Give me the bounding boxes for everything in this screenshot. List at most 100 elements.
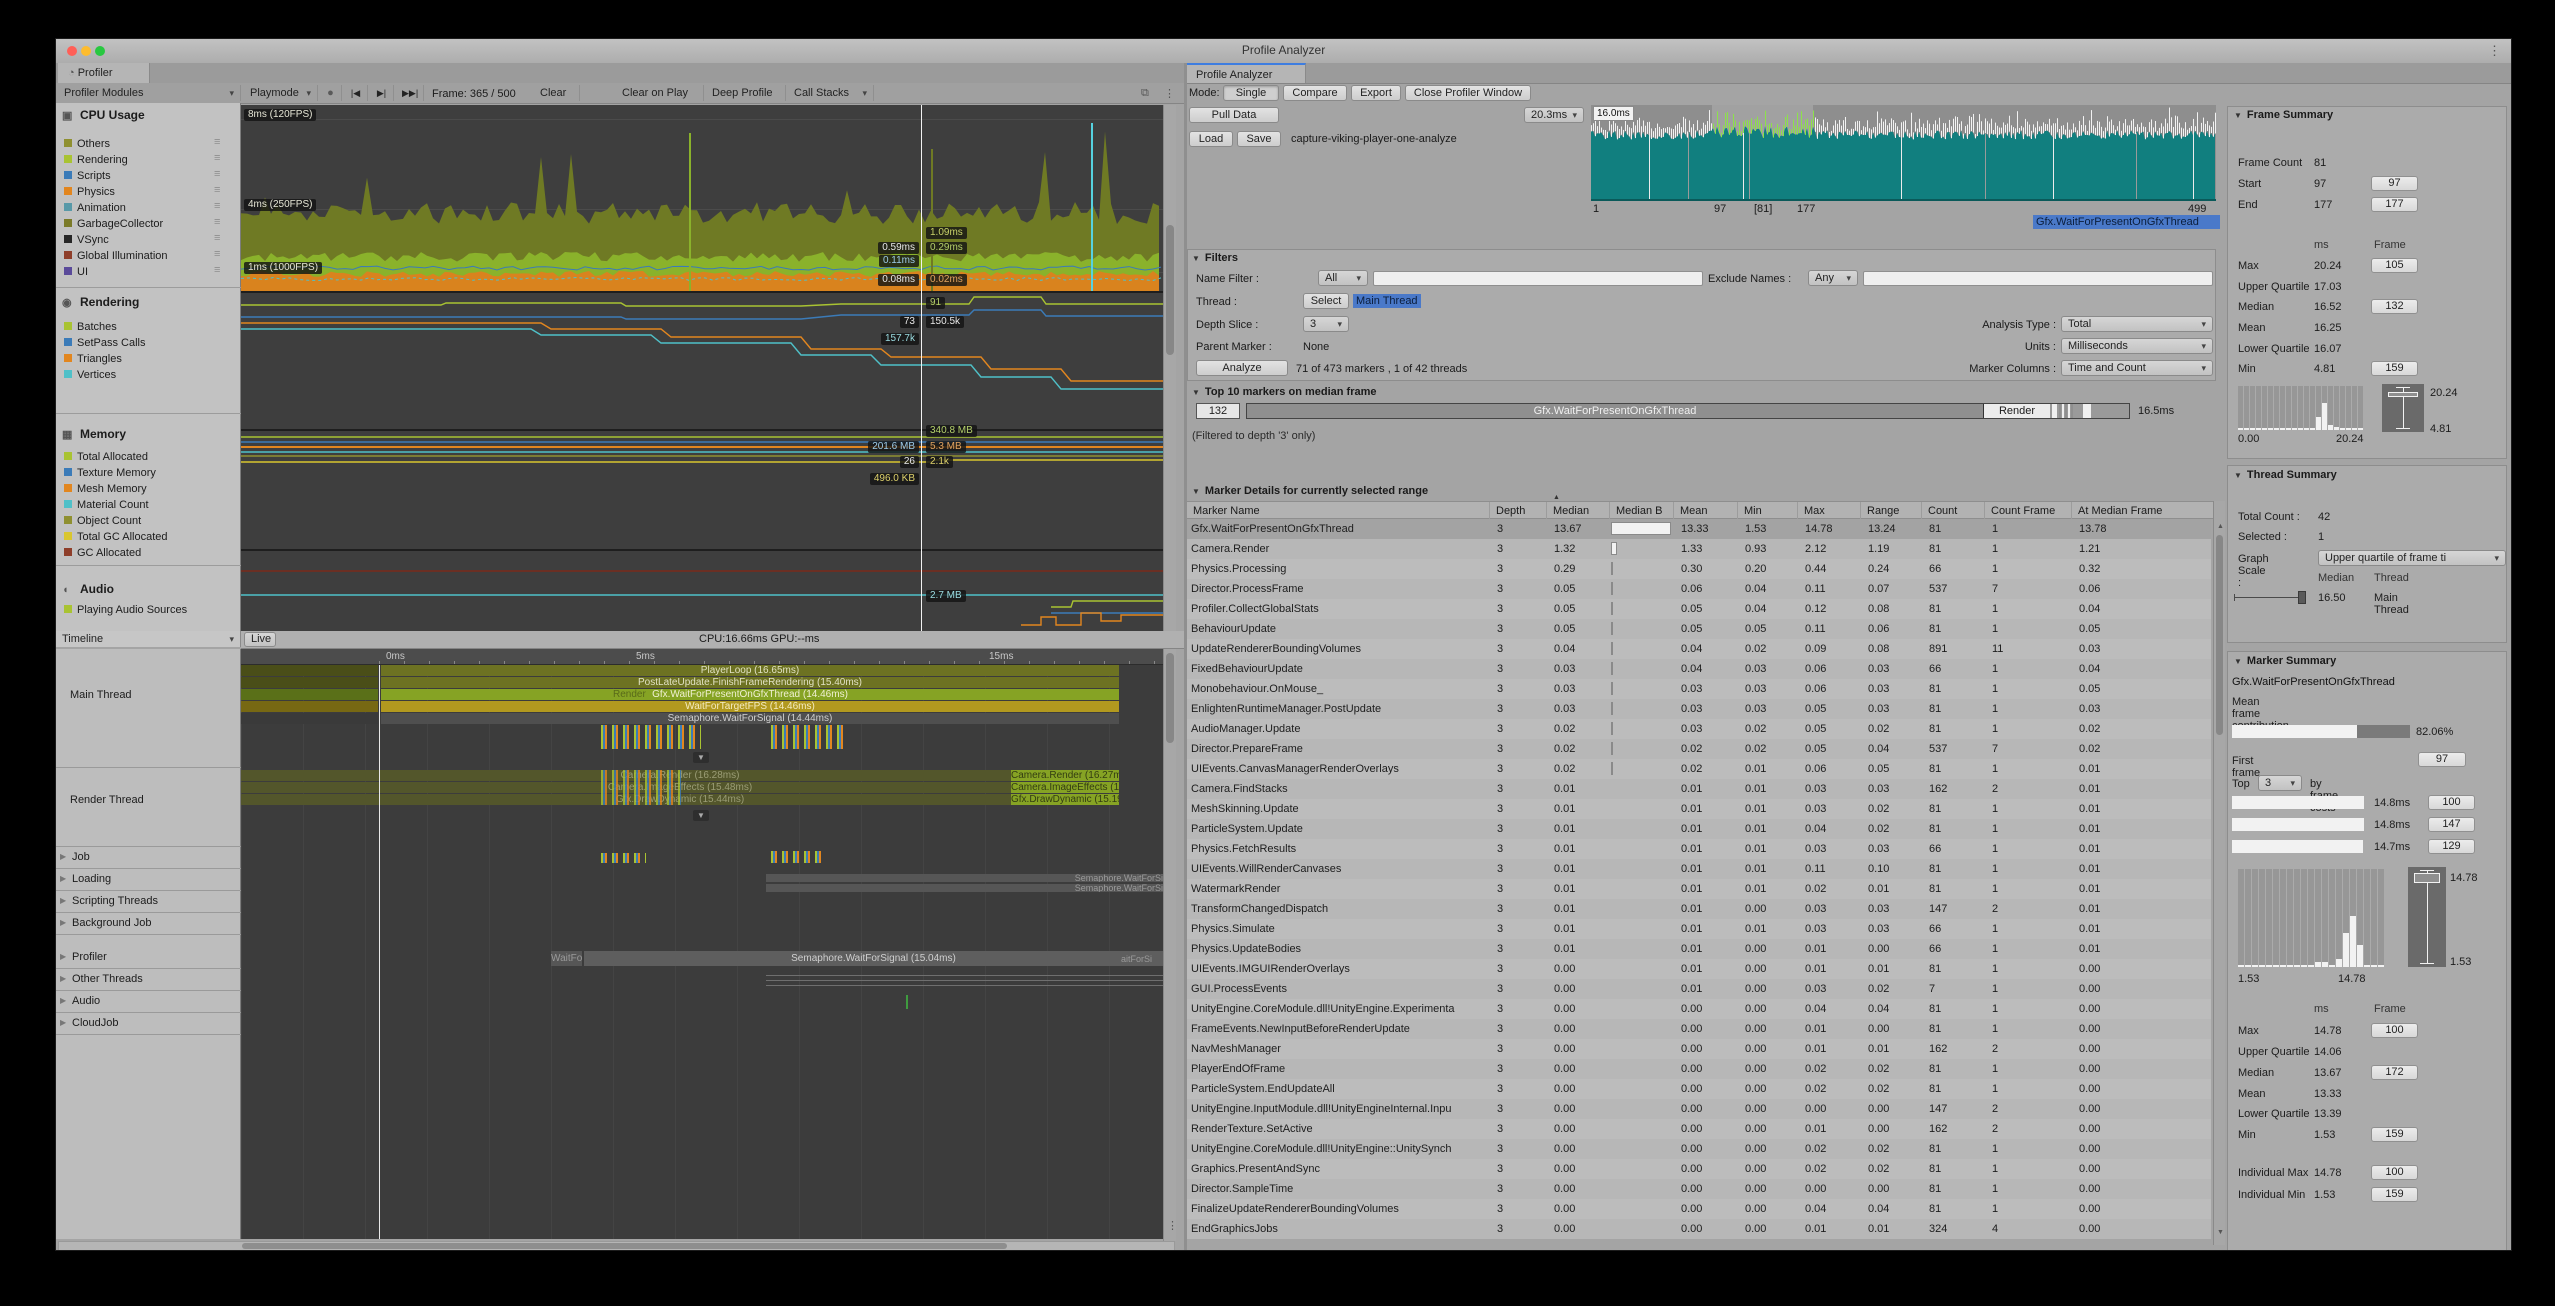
pull-data-button[interactable]: Pull Data — [1189, 107, 1279, 123]
close-profiler-window-button[interactable]: Close Profiler Window — [1405, 85, 1531, 101]
thread-row-audio[interactable]: ▶Audio — [56, 991, 241, 1013]
table-row[interactable]: Physics.Simulate30.010.010.010.030.03661… — [1187, 919, 2211, 939]
tab-profile-analyzer[interactable]: Profile Analyzer — [1186, 63, 1306, 83]
scroll-up-icon[interactable]: ▲ — [2217, 523, 2224, 530]
ms-median-frame-button[interactable]: 172 — [2371, 1065, 2418, 1080]
column-header-range[interactable]: Range — [1860, 502, 1921, 520]
timeline-options-icon[interactable]: ⋮ — [1167, 1219, 1178, 1232]
legend-drag-handle[interactable]: ≡ — [214, 168, 220, 180]
expand-arrow-icon[interactable]: ▶ — [60, 874, 66, 883]
expand-arrow-icon[interactable]: ▶ — [60, 918, 66, 927]
ms-cost-frame-button[interactable]: 100 — [2428, 795, 2475, 810]
table-row[interactable]: UpdateRendererBoundingVolumes30.040.040.… — [1187, 639, 2211, 659]
record-button[interactable]: ● — [320, 85, 342, 101]
next-frame-button[interactable]: ▶| — [370, 85, 394, 101]
table-row[interactable]: Monobehaviour.OnMouse_30.030.030.030.060… — [1187, 679, 2211, 699]
table-row[interactable]: Physics.UpdateBodies30.010.010.000.010.0… — [1187, 939, 2211, 959]
thread-row-profiler[interactable]: ▶Profiler — [56, 947, 241, 969]
table-row[interactable]: FrameEvents.NewInputBeforeRenderUpdate30… — [1187, 1019, 2211, 1039]
end-frame-button[interactable]: 177 — [2371, 197, 2418, 212]
marker-table-header[interactable]: Marker NameDepthMedianMedian BMeanMinMax… — [1187, 501, 2213, 519]
legend-item-total-allocated[interactable]: Total Allocated — [64, 451, 148, 463]
loading-semaphore-bar-0[interactable]: Semaphore.WaitForSi — [766, 874, 1163, 882]
top10-fold[interactable]: Top 10 markers on median frame — [1192, 386, 1377, 398]
window-menu-icon[interactable]: ⋮ — [2488, 43, 2501, 59]
ms-cost-frame-button[interactable]: 129 — [2428, 839, 2475, 854]
expand-arrow-icon[interactable]: ▶ — [60, 1018, 66, 1027]
table-row[interactable]: UIEvents.WillRenderCanvases30.010.010.01… — [1187, 859, 2211, 879]
table-row[interactable]: RenderTexture.SetActive30.000.000.000.01… — [1187, 1119, 2211, 1139]
profiler-modules-dropdown[interactable]: Profiler Modules — [58, 85, 241, 101]
table-row[interactable]: WatermarkRender30.010.010.010.020.018110… — [1187, 879, 2211, 899]
legend-item-triangles[interactable]: Triangles — [64, 353, 122, 365]
timeline-tracks[interactable]: PlayerLoop (16.65ms)PostLateUpdate.Finis… — [241, 665, 1163, 1239]
fs-min-frame-button[interactable]: 159 — [2371, 361, 2418, 376]
clear-button[interactable]: Clear — [534, 85, 580, 101]
marker-details-fold[interactable]: Marker Details for currently selected ra… — [1192, 485, 1428, 497]
mode-export-button[interactable]: Export — [1351, 85, 1401, 101]
table-row[interactable]: UnityEngine.CoreModule.dll!UnityEngine::… — [1187, 1139, 2211, 1159]
depth-slice-dropdown[interactable]: 3 — [1303, 316, 1349, 332]
column-header-mean[interactable]: Mean — [1673, 502, 1737, 520]
table-row[interactable]: ParticleSystem.EndUpdateAll30.000.000.00… — [1187, 1079, 2211, 1099]
table-row[interactable]: EndGraphicsJobs30.000.000.000.010.013244… — [1187, 1219, 2211, 1239]
legend-item-gc-allocated[interactable]: GC Allocated — [64, 547, 141, 559]
table-row[interactable]: Director.PrepareFrame30.020.020.020.050.… — [1187, 739, 2211, 759]
table-row[interactable]: PlayerEndOfFrame30.000.000.000.020.02811… — [1187, 1059, 2211, 1079]
ms-individual-min-frame-button[interactable]: 159 — [2371, 1187, 2418, 1202]
legend-item-vsync[interactable]: VSync — [64, 234, 109, 246]
thread-row-cloudjob[interactable]: ▶CloudJob — [56, 1013, 241, 1035]
legend-item-texture-memory[interactable]: Texture Memory — [64, 467, 156, 479]
top-n-dropdown[interactable]: 3 — [2258, 775, 2302, 791]
table-row[interactable]: Camera.Render31.321.330.932.121.198111.2… — [1187, 539, 2211, 559]
legend-drag-handle[interactable]: ≡ — [214, 136, 220, 148]
thread-row-background-job[interactable]: ▶Background Job — [56, 913, 241, 935]
load-button[interactable]: Load — [1189, 131, 1233, 147]
legend-drag-handle[interactable]: ≡ — [214, 200, 220, 212]
thread-summary-fold[interactable]: Thread Summary — [2234, 469, 2337, 481]
live-button[interactable]: Live — [244, 632, 276, 647]
table-row[interactable]: UnityEngine.CoreModule.dll!UnityEngine.E… — [1187, 999, 2211, 1019]
exclude-names-input[interactable] — [1863, 271, 2213, 286]
profiler-semaphore-bar-left[interactable]: WaitForSig — [551, 951, 582, 966]
table-row[interactable]: FixedBehaviourUpdate30.030.040.030.060.0… — [1187, 659, 2211, 679]
ms-max-frame-button[interactable]: 100 — [2371, 1023, 2418, 1038]
timeline-scrollbar-thumb[interactable] — [1166, 653, 1174, 743]
legend-item-ui[interactable]: UI — [64, 266, 88, 278]
table-row[interactable]: Director.SampleTime30.000.000.000.000.00… — [1187, 1179, 2211, 1199]
ms-first-frame-button[interactable]: 97 — [2418, 752, 2466, 767]
top10-frame-box[interactable]: 132 — [1196, 403, 1240, 419]
table-row[interactable]: UIEvents.IMGUIRenderOverlays30.000.010.0… — [1187, 959, 2211, 979]
thread-row-render-thread[interactable]: Render Thread — [56, 768, 241, 847]
thread-row-loading[interactable]: ▶Loading — [56, 869, 241, 891]
timeline-hscrollbar-thumb[interactable] — [242, 1243, 1007, 1249]
collapse-expander-icon[interactable]: ▼ — [693, 810, 709, 821]
module-header-memory[interactable]: ▦Memory — [62, 427, 126, 441]
legend-item-mesh-memory[interactable]: Mesh Memory — [64, 483, 147, 495]
scroll-down-icon[interactable]: ▼ — [2217, 1229, 2224, 1236]
fs-median-frame-button[interactable]: 132 — [2371, 299, 2418, 314]
marker-columns-dropdown[interactable]: Time and Count — [2061, 360, 2213, 376]
charts-scrollbar[interactable] — [1163, 105, 1176, 631]
legend-item-setpass-calls[interactable]: SetPass Calls — [64, 337, 145, 349]
fs-max-frame-button[interactable]: 105 — [2371, 258, 2418, 273]
save-button[interactable]: Save — [1237, 131, 1281, 147]
timeline-bar-render-bright-1[interactable]: Camera.ImageEffects (15.26ms — [1011, 782, 1119, 793]
timeline-frame-line[interactable] — [379, 665, 380, 1239]
collapse-expander-icon[interactable]: ▼ — [693, 752, 709, 763]
legend-item-global-illumination[interactable]: Global Illumination — [64, 250, 168, 262]
mode-single-button[interactable]: Single — [1223, 85, 1279, 101]
thread-row-other-threads[interactable]: ▶Other Threads — [56, 969, 241, 991]
call-stacks-dropdown[interactable]: Call Stacks — [788, 85, 874, 101]
timeline-view-dropdown[interactable]: Timeline — [56, 631, 241, 647]
table-row[interactable]: GUI.ProcessEvents30.000.010.000.030.0271… — [1187, 979, 2211, 999]
ms-min-frame-button[interactable]: 159 — [2371, 1127, 2418, 1142]
prev-frame-button[interactable]: |◀ — [344, 85, 368, 101]
toolbar-menu-icon[interactable]: ⋮ — [1164, 87, 1175, 100]
table-row[interactable]: Director.ProcessFrame30.050.060.040.110.… — [1187, 579, 2211, 599]
timeline-scrollbar[interactable]: ⋮ — [1163, 649, 1176, 1241]
expand-arrow-icon[interactable]: ▶ — [60, 952, 66, 961]
expand-arrow-icon[interactable]: ▶ — [60, 896, 66, 905]
legend-item-rendering[interactable]: Rendering — [64, 154, 128, 166]
column-header-max[interactable]: Max — [1797, 502, 1860, 520]
